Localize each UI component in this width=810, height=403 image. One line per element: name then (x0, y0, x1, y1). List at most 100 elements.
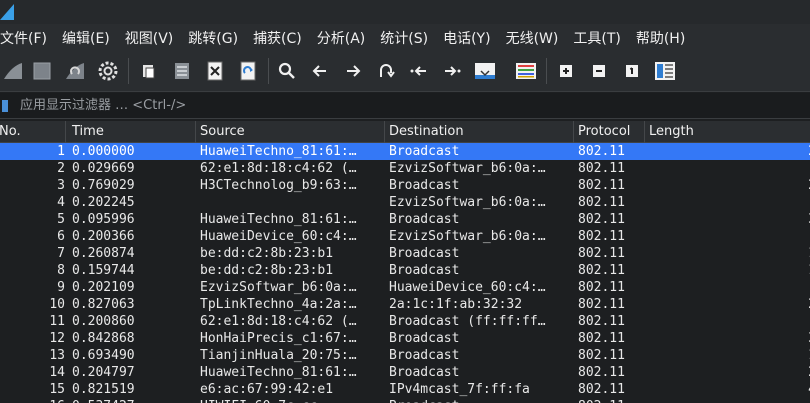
gear-icon (98, 61, 118, 81)
menu-view[interactable]: 视图(V) (125, 28, 174, 48)
table-row[interactable]: 12 0.842868 HonHaiPrecis_c1:67:… Broadcast 8… (0, 330, 810, 347)
cell-destination: Broadcast (389, 178, 460, 193)
first-packet-icon (410, 66, 426, 76)
shark-fin-icon (4, 63, 22, 79)
menu-file[interactable]: 文件(F) (0, 28, 47, 48)
cell-no: 10 (49, 297, 65, 312)
cell-source: HuaweiDevice_60:c4:… (200, 229, 357, 244)
cell-source: 62:e1:8d:18:c4:62 (… (200, 161, 357, 176)
cell-source: EzvizSoftwar_b6:0a:… (200, 280, 357, 295)
menu-telephony[interactable]: 电话(Y) (443, 28, 490, 48)
table-row[interactable]: 7 0.260874 be:dd:c2:8b:23:b1 Broadcast 802.1… (0, 245, 810, 262)
save-file-icon (175, 63, 189, 79)
cell-source: be:dd:c2:8b:23:b1 (200, 263, 334, 278)
column-header-source[interactable]: Source (195, 121, 385, 143)
autoscroll-button[interactable] (474, 60, 496, 82)
cell-source: HonHaiPrecis_c1:67:… (200, 331, 357, 346)
table-row[interactable]: 14 0.204797 HuaweiTechno_81:61:… Broadcast 8… (0, 364, 810, 381)
table-row[interactable]: 10 0.827063 TpLinkTechno_4a:2a:… 2a:1c:1f:a… (0, 296, 810, 313)
column-header-protocol[interactable]: Protocol (573, 121, 645, 143)
wireshark-fin-icon (0, 4, 14, 20)
cell-time: 0.000000 (72, 144, 135, 159)
menu-statistics[interactable]: 统计(S) (380, 28, 428, 48)
cell-time: 0.202109 (72, 280, 135, 295)
capture-options-button[interactable] (97, 60, 119, 82)
find-packet-button[interactable] (276, 60, 298, 82)
table-row[interactable]: 4 0.202245 EzvizSoftwar_b6:0a:… 802.11 (0, 194, 810, 211)
table-row[interactable]: 6 0.200366 HuaweiDevice_60:c4:… EzvizSoftwa… (0, 228, 810, 245)
packet-list: No. Time Source Destination Protocol Len… (0, 121, 810, 403)
cell-destination: EzvizSoftwar_b6:0a:… (389, 161, 546, 176)
menu-analyze[interactable]: 分析(A) (317, 28, 366, 48)
save-file-button[interactable] (171, 60, 193, 82)
start-capture-button[interactable] (2, 60, 24, 82)
cell-no: 2 (57, 161, 65, 176)
table-row[interactable]: 16 0.537427 HIWIFI_60:7c:cc Broadcast802.11 (0, 398, 810, 403)
stop-capture-button[interactable] (31, 60, 53, 82)
column-header-no[interactable]: No. (0, 121, 66, 143)
cell-protocol: 802.11 (578, 297, 625, 312)
close-file-button[interactable] (204, 60, 226, 82)
table-row[interactable]: 15 0.821519 e6:ac:67:99:42:e1 IPv4mcast_7f:… (0, 381, 810, 398)
cell-time: 0.260874 (72, 246, 135, 261)
menu-wireless[interactable]: 无线(W) (506, 28, 559, 48)
table-row[interactable]: 2 0.029669 62:e1:8d:18:c4:62 (… EzvizSoftwa… (0, 160, 810, 177)
first-packet-button[interactable] (408, 60, 430, 82)
last-packet-button[interactable] (441, 60, 463, 82)
cell-length: 2 (650, 364, 810, 381)
cell-no: 11 (49, 314, 65, 329)
cell-protocol: 802.11 (578, 263, 625, 278)
table-row[interactable]: 9 0.202109 EzvizSoftwar_b6:0a:… HuaweiDevic… (0, 279, 810, 296)
cell-destination: EzvizSoftwar_b6:0a:… (389, 195, 546, 210)
cell-protocol: 802.11 (578, 382, 625, 397)
bookmark-icon[interactable] (2, 99, 8, 112)
cell-destination: Broadcast (389, 348, 460, 363)
zoom-in-button[interactable] (555, 60, 577, 82)
menu-capture[interactable]: 捕获(C) (253, 28, 302, 48)
normal-size-button[interactable] (621, 60, 643, 82)
cell-destination: HuaweiDevice_60:c4:… (389, 280, 546, 295)
open-file-button[interactable] (138, 60, 160, 82)
menu-help[interactable]: 帮助(H) (636, 28, 685, 48)
menu-bar: 文件(F) 编辑(E) 视图(V) 跳转(G) 捕获(C) 分析(A) 统计(S… (0, 24, 810, 52)
table-row[interactable]: 5 0.095996 HuaweiTechno_81:61:… Broadcast 80… (0, 211, 810, 228)
cell-length: 1 (650, 245, 810, 262)
display-filter-input[interactable] (16, 94, 810, 117)
cell-time: 0.827063 (72, 297, 135, 312)
table-row[interactable]: 3 0.769029 H3CTechnolog_b9:63:… Broadcast 80… (0, 177, 810, 194)
menu-go[interactable]: 跳转(G) (188, 28, 238, 48)
cell-protocol: 802.11 (578, 314, 625, 329)
table-row[interactable]: 11 0.200860 62:e1:8d:18:c4:62 (… Broadcast … (0, 313, 810, 330)
table-row-selected[interactable]: 1 0.000000 HuaweiTechno_81:61:… Broadcast 80… (0, 143, 810, 160)
column-header-length[interactable]: Length (644, 121, 810, 143)
column-header-destination[interactable]: Destination (384, 121, 574, 143)
menu-tools[interactable]: 工具(T) (573, 28, 620, 48)
normal-size-icon (626, 65, 638, 77)
restart-capture-button[interactable] (64, 60, 86, 82)
table-row[interactable]: 8 0.159744 be:dd:c2:8b:23:b1 Broadcast 802.1… (0, 262, 810, 279)
toolbar-separator (268, 58, 269, 84)
cell-time: 0.159744 (72, 263, 135, 278)
cell-length: 2 (650, 296, 810, 313)
column-header-time[interactable]: Time (67, 121, 196, 143)
menu-edit[interactable]: 编辑(E) (62, 28, 110, 48)
cell-length (650, 194, 810, 211)
previous-packet-button[interactable] (309, 60, 331, 82)
zoom-out-button[interactable] (588, 60, 610, 82)
cell-time: 0.821519 (72, 382, 135, 397)
cell-protocol: 802.11 (578, 161, 625, 176)
title-bar (0, 0, 810, 24)
table-row[interactable]: 13 0.693490 TianjinHuala_20:75:… Broadcast 8… (0, 347, 810, 364)
cell-protocol: 802.11 (578, 212, 625, 227)
cell-source: HuaweiTechno_81:61:… (200, 144, 357, 159)
go-to-packet-button[interactable] (375, 60, 397, 82)
colorize-button[interactable] (515, 60, 537, 82)
main-toolbar (0, 52, 810, 92)
cell-source: 62:e1:8d:18:c4:62 (… (200, 314, 357, 329)
cell-source (200, 194, 385, 211)
go-to-packet-icon (380, 64, 395, 78)
resize-columns-button[interactable] (654, 60, 676, 82)
cell-no: 12 (49, 331, 65, 346)
next-packet-button[interactable] (342, 60, 364, 82)
reload-file-button[interactable] (237, 60, 259, 82)
